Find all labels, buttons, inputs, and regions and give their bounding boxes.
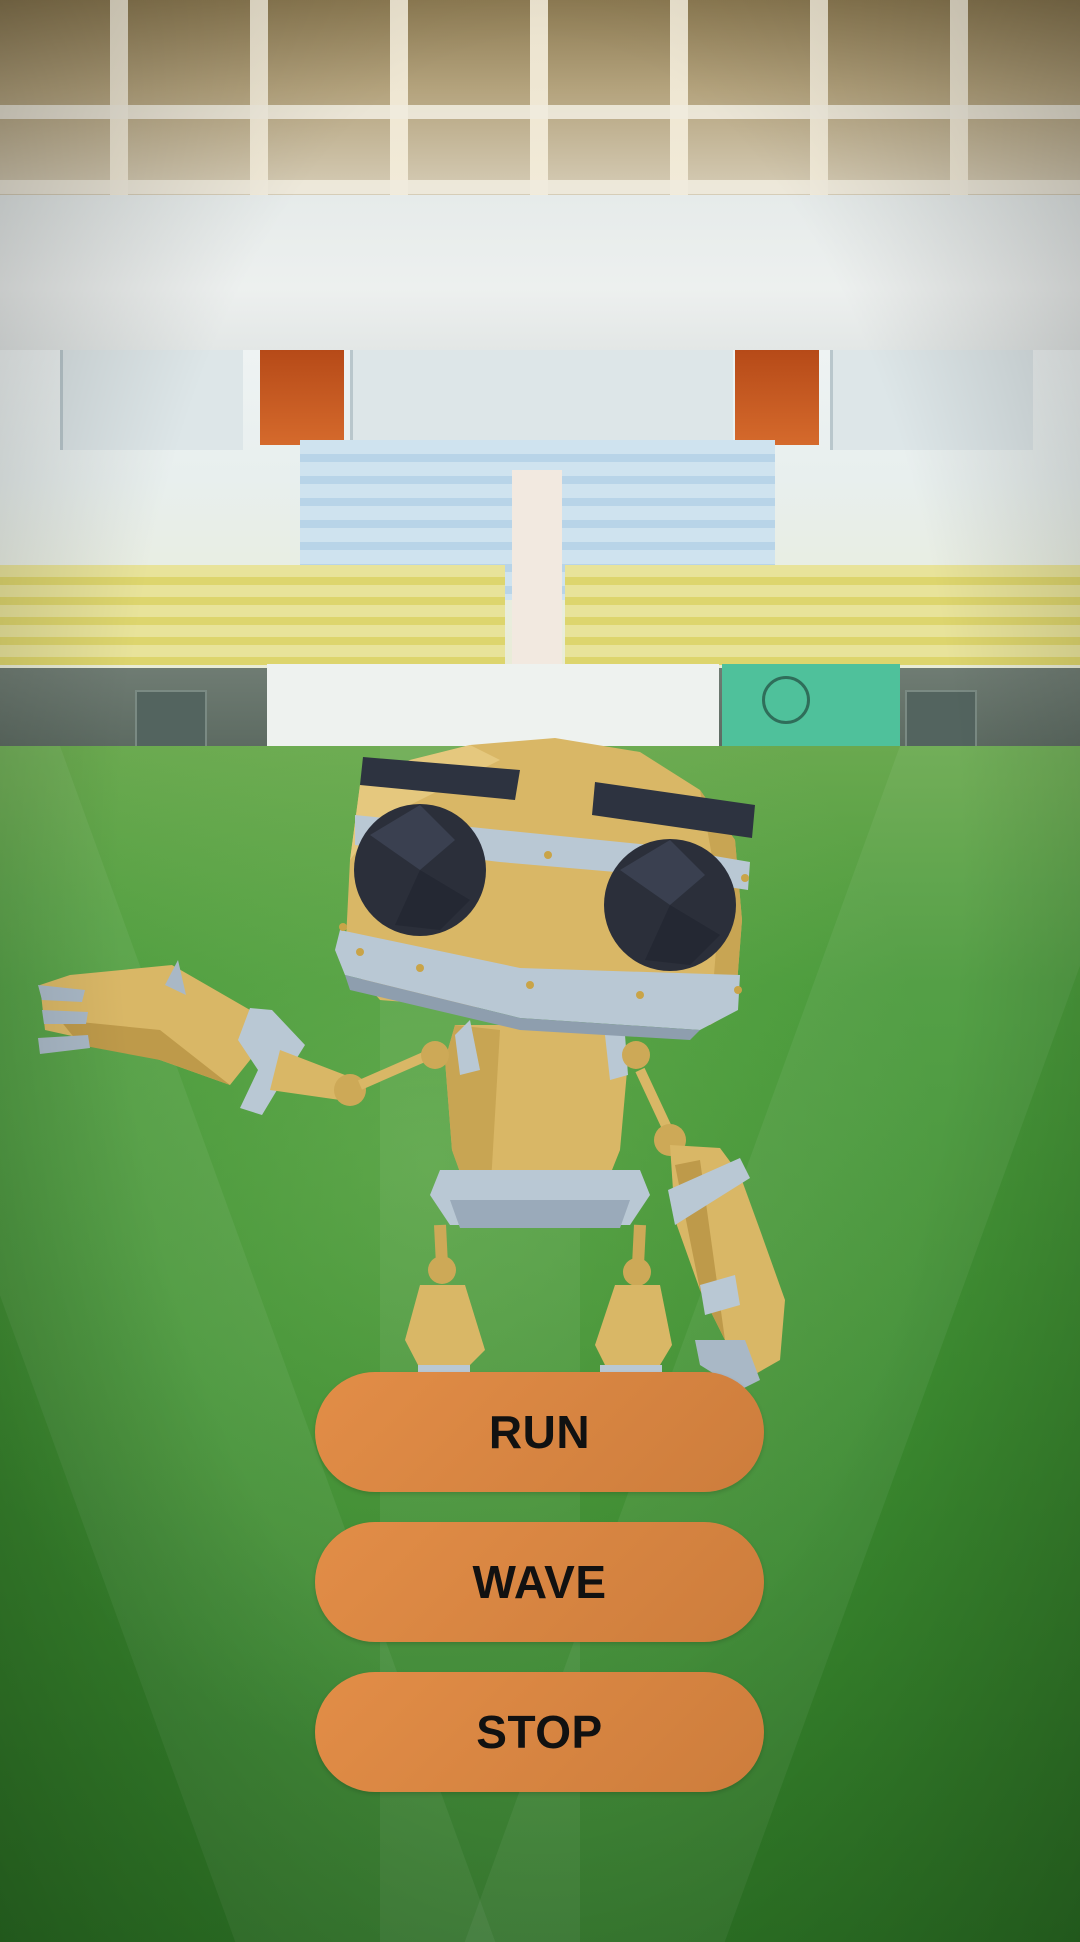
robot-model[interactable] xyxy=(0,0,1080,1942)
robot-legs xyxy=(405,1224,672,1375)
stop-button[interactable]: STOP xyxy=(315,1672,764,1792)
robot-torso xyxy=(421,1020,650,1228)
robot-head xyxy=(335,738,755,1040)
wave-button[interactable]: WAVE xyxy=(315,1522,764,1642)
run-button[interactable]: RUN xyxy=(315,1372,764,1492)
